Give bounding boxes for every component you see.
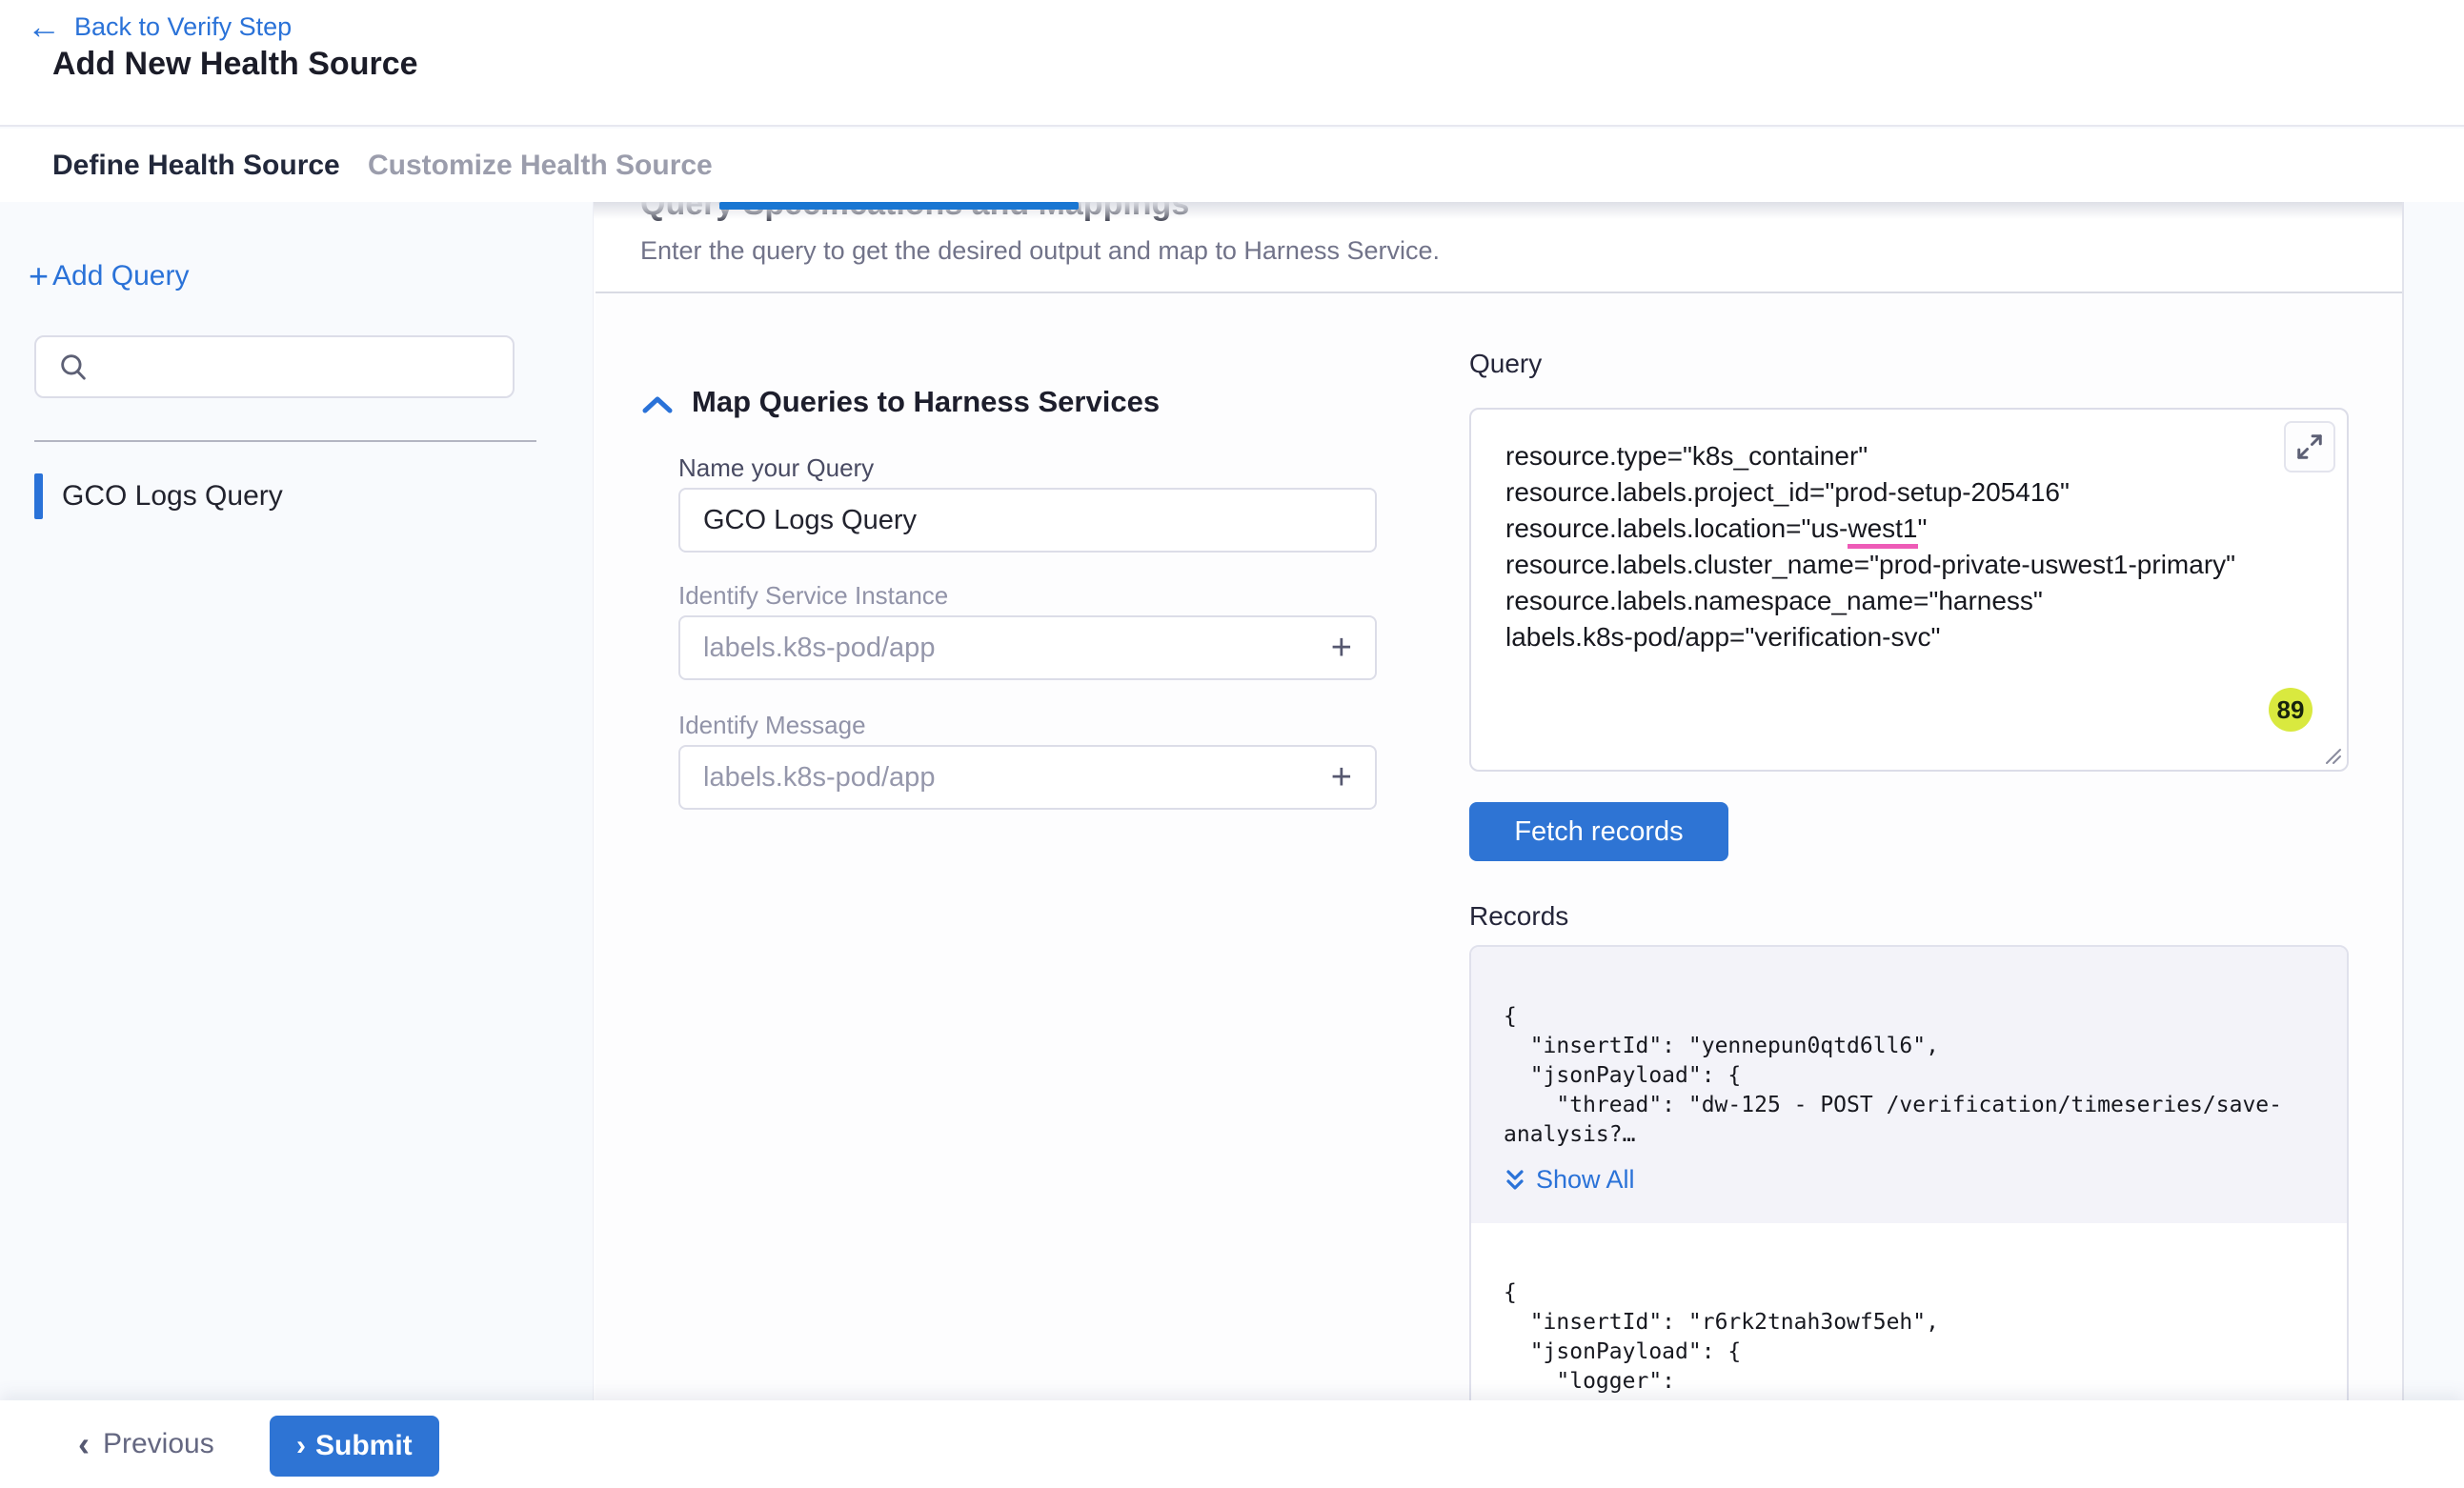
previous-button[interactable]: ‹ Previous: [78, 1416, 214, 1473]
query-line: resource.labels.namespace_name="harness": [1505, 583, 2313, 619]
record-json-preview: { "insertId": "r6rk2tnah3owf5eh", "jsonP…: [1504, 1278, 2314, 1400]
footer-bar: ‹ Previous › Submit: [0, 1400, 2464, 1488]
section-subtitle: Enter the query to get the desired outpu…: [640, 236, 1440, 266]
previous-label[interactable]: Previous: [103, 1428, 214, 1460]
add-service-instance-icon[interactable]: +: [1331, 630, 1352, 666]
resize-grip-icon[interactable]: [2319, 742, 2342, 765]
query-line: resource.labels.cluster_name="prod-priva…: [1505, 547, 2313, 583]
tab-customize-label: Customize Health Source: [368, 150, 713, 182]
spellcheck-flagged-word: west1: [1848, 513, 1917, 549]
query-line: resource.type="k8s_container": [1505, 438, 2313, 474]
page-header: ← Back to Verify Step Add New Health Sou…: [0, 0, 2464, 127]
search-input[interactable]: [103, 352, 503, 382]
plus-icon: +: [29, 259, 49, 293]
query-line: resource.labels.project_id="prod-setup-2…: [1505, 474, 2313, 511]
query-sidebar: + Add Query GCO Logs Query: [0, 202, 594, 1400]
content-area: + Add Query GCO Logs Query Query Specifi…: [0, 202, 2464, 1400]
health-source-tabbar: Define Health Source Customize Health So…: [0, 129, 2464, 202]
records-card: { "insertId": "yennepun0qtd6ll6", "jsonP…: [1469, 945, 2349, 1400]
query-label: Query: [1469, 349, 1542, 379]
main-panel: Query Specifications and Mappings Enter …: [594, 202, 2404, 1400]
fetch-records-button[interactable]: Fetch records: [1469, 802, 1728, 861]
tab-define-label: Define Health Source: [52, 150, 340, 182]
record-item: { "insertId": "r6rk2tnah3owf5eh", "jsonP…: [1471, 1223, 2347, 1400]
chevron-up-icon[interactable]: [640, 392, 675, 417]
query-name-input[interactable]: [703, 505, 1352, 536]
chevron-right-icon: ›: [296, 1432, 306, 1460]
page-title: Add New Health Source: [52, 46, 418, 83]
service-instance-field: +: [678, 615, 1377, 680]
selected-indicator-bar: [34, 473, 43, 519]
sidebar-divider: [34, 440, 536, 442]
submit-label: Submit: [315, 1430, 413, 1462]
map-queries-section-title: Map Queries to Harness Services: [692, 385, 1160, 419]
identify-service-instance-label: Identify Service Instance: [678, 581, 948, 611]
identify-message-input[interactable]: [703, 762, 1331, 794]
submit-button[interactable]: › Submit: [270, 1416, 439, 1477]
add-query-label[interactable]: Add Query: [52, 260, 189, 292]
query-specifications-panel: Map Queries to Harness Services Name you…: [596, 292, 2404, 1400]
query-item-label[interactable]: GCO Logs Query: [62, 480, 283, 513]
expand-query-button[interactable]: [2284, 421, 2335, 473]
back-link-label[interactable]: Back to Verify Step: [74, 12, 292, 42]
query-name-field: [678, 488, 1377, 553]
search-icon: [57, 351, 90, 383]
query-line: labels.k8s-pod/app="verification-svc": [1505, 619, 2313, 655]
add-health-source-page: ← Back to Verify Step Add New Health Sou…: [0, 0, 2464, 1488]
back-arrow-icon: ←: [27, 8, 61, 46]
identify-message-label: Identify Message: [678, 711, 866, 740]
query-line: resource.labels.location="us-west1": [1505, 511, 2313, 547]
tab-define-health-source[interactable]: Define Health Source: [52, 129, 340, 202]
active-tab-underline: [719, 202, 1079, 210]
add-message-icon[interactable]: +: [1331, 759, 1352, 795]
add-query-button[interactable]: + Add Query: [29, 259, 189, 293]
show-all-label[interactable]: Show All: [1536, 1165, 1635, 1195]
query-search-box[interactable]: [34, 335, 515, 398]
tab-customize-health-source[interactable]: Customize Health Source: [368, 129, 713, 202]
record-item: { "insertId": "yennepun0qtd6ll6", "jsonP…: [1471, 947, 2347, 1223]
service-instance-input[interactable]: [703, 633, 1331, 664]
sidebar-item-gco-logs-query[interactable]: GCO Logs Query: [34, 473, 549, 520]
records-label: Records: [1469, 901, 1568, 932]
record-json-preview: { "insertId": "yennepun0qtd6ll6", "jsonP…: [1504, 1002, 2314, 1150]
name-your-query-label: Name your Query: [678, 453, 874, 483]
chevron-left-icon: ‹: [78, 1427, 90, 1461]
expand-icon: [2295, 432, 2324, 461]
show-all-link[interactable]: Show All: [1504, 1165, 2314, 1195]
identify-message-field: +: [678, 745, 1377, 810]
character-count-badge: 89: [2269, 688, 2313, 732]
query-editor[interactable]: resource.type="k8s_container" resource.l…: [1469, 408, 2349, 772]
back-to-verify-step-link[interactable]: ← Back to Verify Step: [27, 8, 292, 46]
double-chevron-down-icon: [1504, 1168, 1526, 1193]
